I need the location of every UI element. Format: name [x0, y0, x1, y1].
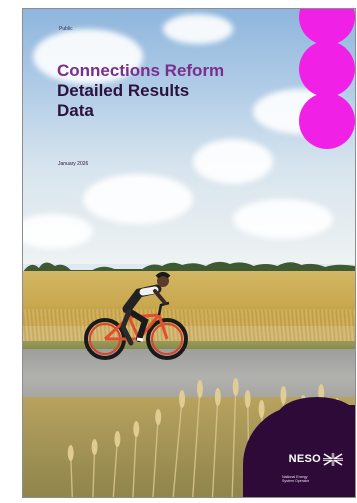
- title-line: Connections Reform: [57, 61, 225, 80]
- publication-date: January 2026: [58, 161, 89, 167]
- cloud: [233, 199, 333, 239]
- magenta-circle: [299, 9, 355, 45]
- classification-label: Public: [59, 26, 73, 32]
- cloud: [163, 14, 233, 44]
- union-flag-icon: [323, 453, 343, 466]
- cloud: [193, 139, 273, 184]
- document-page: Public Connections Reform Detailed Resul…: [0, 0, 357, 503]
- magenta-circle: [299, 93, 355, 149]
- logo-subtitle-line: System Operator: [282, 478, 310, 483]
- decorative-circles: [299, 9, 355, 149]
- logo-subtitle: National Energy System Operator: [282, 475, 322, 483]
- cyclist-illustration: [84, 272, 188, 360]
- title-line: Data: [57, 101, 94, 120]
- cloud: [83, 174, 193, 224]
- report-cover: Public Connections Reform Detailed Resul…: [22, 8, 356, 498]
- logo-wordmark: NESO: [288, 453, 321, 465]
- magenta-circle: [299, 41, 355, 97]
- title-line: Detailed Results: [57, 81, 190, 100]
- report-title: Connections Reform Detailed Results Data: [57, 61, 287, 121]
